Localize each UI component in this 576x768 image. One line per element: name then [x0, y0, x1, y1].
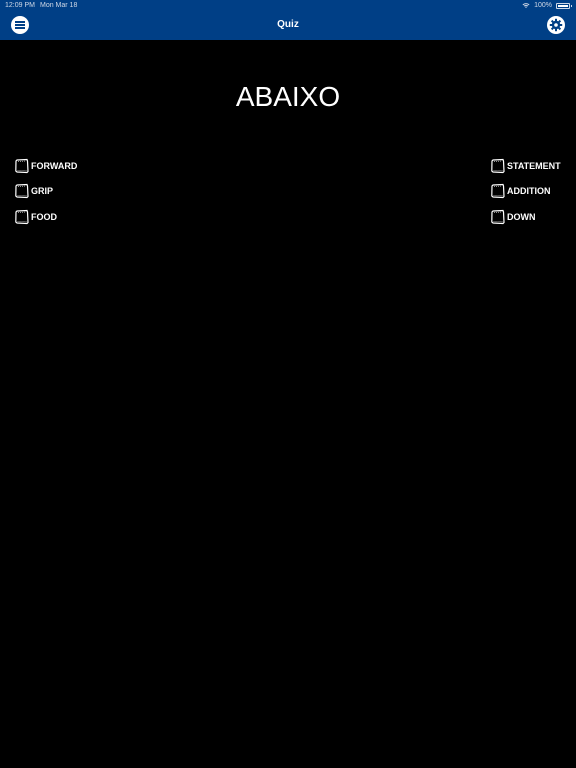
status-right: 100% [522, 0, 572, 11]
option-label: ADDITION [507, 186, 551, 196]
status-date: Mon Mar 18 [40, 2, 78, 9]
options-right: STATEMENT ADDITION DOWN [490, 156, 561, 233]
checkbox-icon [15, 183, 29, 199]
checkbox-icon [491, 183, 505, 199]
option-label: GRIP [31, 186, 54, 196]
option-statement[interactable]: STATEMENT [490, 156, 561, 175]
checkbox-icon [491, 158, 505, 173]
options-left: FORWARD GRIP FOOD [14, 156, 77, 233]
settings-button[interactable] [547, 16, 565, 34]
quiz-word: ABAIXO [235, 81, 341, 112]
checkbox-icon [15, 158, 29, 173]
option-addition[interactable]: ADDITION [490, 182, 561, 201]
wifi-icon [522, 3, 530, 8]
status-time: 12:09 PM [5, 2, 35, 9]
gear-icon [547, 16, 565, 34]
option-label: FOOD [31, 211, 57, 222]
option-label: FORWARD [31, 160, 78, 171]
option-grip[interactable]: GRIP [14, 182, 77, 201]
option-label: DOWN [507, 211, 536, 222]
battery-icon [556, 2, 572, 9]
page-title: Quiz [277, 19, 299, 30]
checkbox-icon [491, 209, 505, 224]
status-bar: 12:09 PM Mon Mar 18 100% [0, 0, 576, 11]
battery-percent: 100% [534, 2, 552, 9]
option-label: STATEMENT [507, 160, 561, 171]
nav-bar: 12:09 PM Mon Mar 18 100% Quiz [0, 0, 576, 40]
checkbox-icon [15, 209, 29, 224]
option-forward[interactable]: FORWARD [14, 156, 77, 175]
option-food[interactable]: FOOD [14, 207, 77, 226]
option-down[interactable]: DOWN [490, 207, 561, 226]
